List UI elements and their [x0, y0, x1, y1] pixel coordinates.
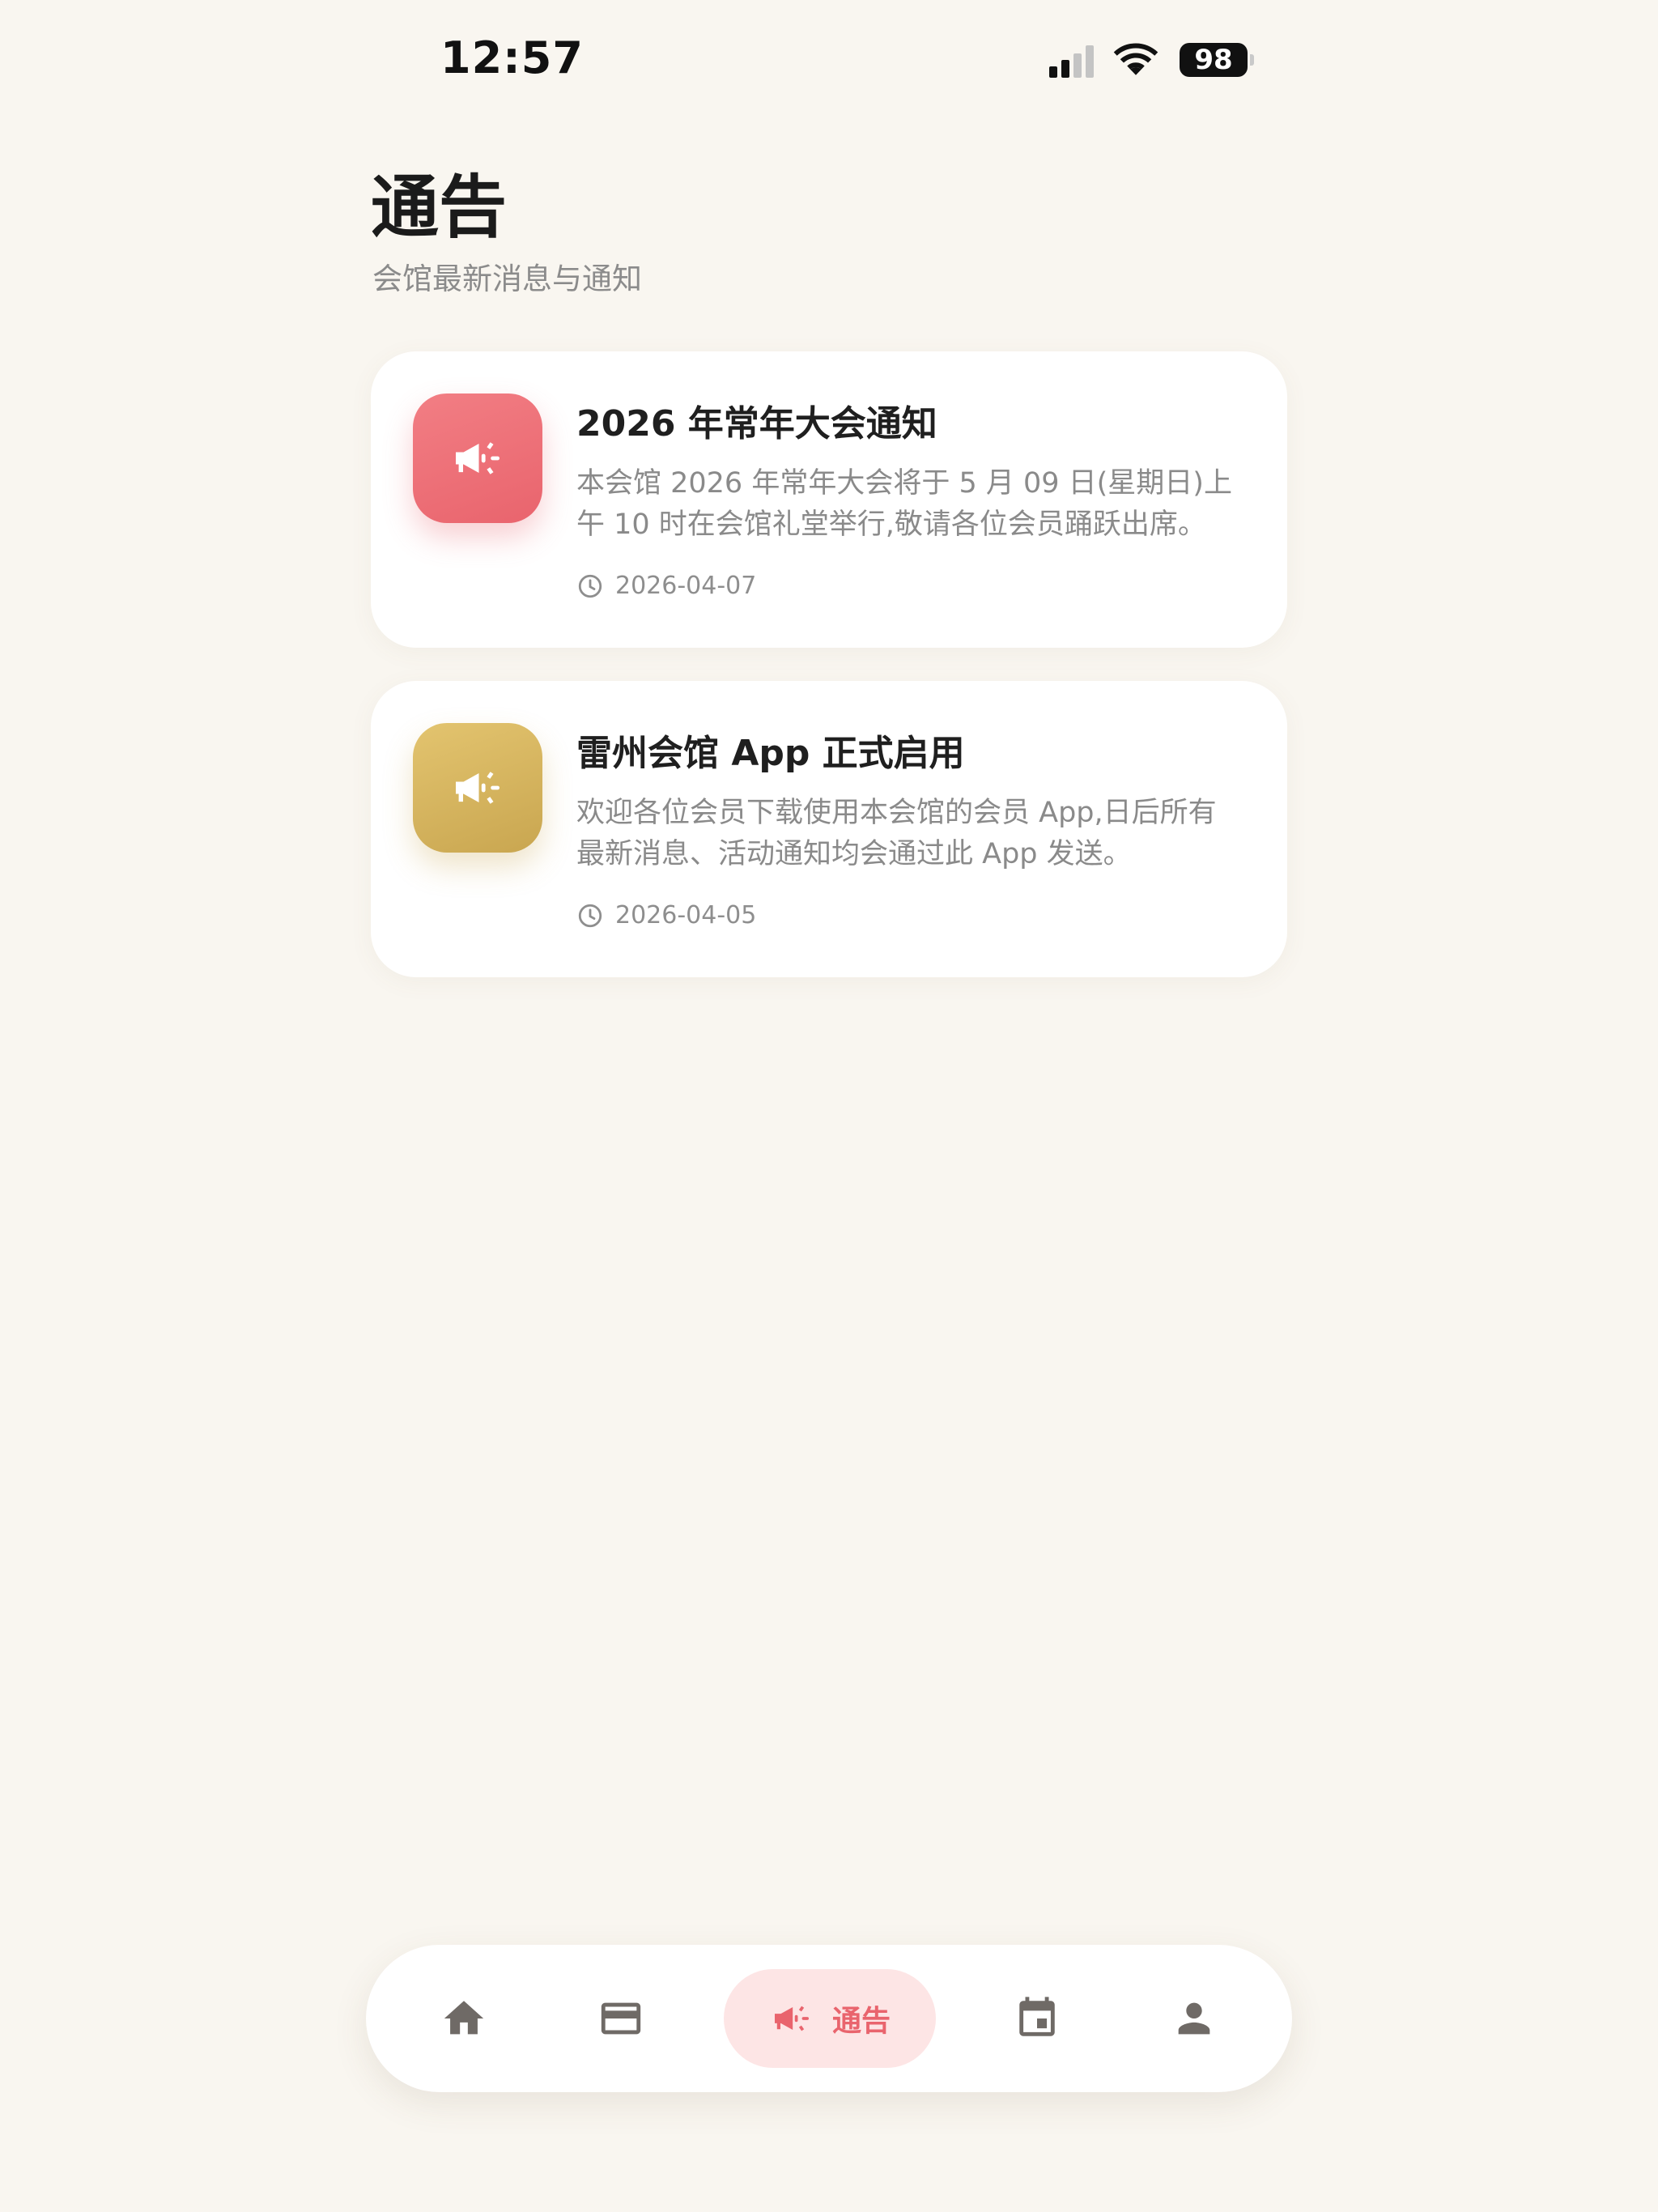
page-subtitle: 会馆最新消息与通知: [372, 262, 642, 296]
wifi-icon: [1113, 43, 1158, 75]
nav-events[interactable]: [993, 1969, 1082, 2068]
notice-body: 本会馆 2026 年常年大会将于 5 月 09 日(星期日)上午 10 时在会馆…: [576, 467, 1232, 541]
clock-icon: [578, 574, 602, 598]
home-icon: [444, 2001, 484, 2035]
notice-date: 2026-04-05: [615, 901, 757, 929]
megaphone-icon: [456, 442, 500, 474]
status-time: 12:57: [440, 32, 584, 83]
nav-notices[interactable]: 通告: [724, 1969, 936, 2068]
person-icon: [1178, 2002, 1210, 2035]
battery-indicator: 98: [1180, 43, 1254, 77]
nav-home[interactable]: [419, 1969, 508, 2068]
status-indicators: 98: [1049, 39, 1254, 81]
cellular-signal-icon: [1049, 42, 1094, 78]
nav-notices-label: 通告: [831, 2005, 891, 2038]
notice-card[interactable]: 雷州会馆 App 正式启用 欢迎各位会员下载使用本会馆的会员 App,日后所有最…: [371, 681, 1287, 977]
notice-date: 2026-04-07: [615, 572, 757, 600]
bottom-nav: 通告: [366, 1945, 1292, 2092]
megaphone-icon: [774, 2006, 809, 2031]
credit-card-icon: [601, 2002, 641, 2035]
notice-icon-badge: [413, 723, 542, 853]
nav-membership-card[interactable]: [576, 1969, 665, 2068]
notice-date-row: 2026-04-05: [576, 901, 756, 929]
nav-profile[interactable]: [1150, 1969, 1239, 2068]
notice-title: 雷州会馆 App 正式启用: [576, 733, 965, 774]
notice-card[interactable]: 2026 年常年大会通知 本会馆 2026 年常年大会将于 5 月 09 日(星…: [371, 351, 1287, 648]
megaphone-icon: [456, 772, 500, 804]
notice-date-row: 2026-04-07: [576, 572, 756, 600]
page-title: 通告: [371, 168, 508, 247]
notice-icon-badge: [413, 393, 542, 523]
notice-title: 2026 年常年大会通知: [576, 403, 937, 445]
battery-level: 98: [1180, 43, 1248, 77]
notice-body: 欢迎各位会员下载使用本会馆的会员 App,日后所有最新消息、活动通知均会通过此 …: [576, 797, 1217, 870]
calendar-icon: [1019, 1997, 1055, 2036]
clock-icon: [578, 904, 602, 927]
